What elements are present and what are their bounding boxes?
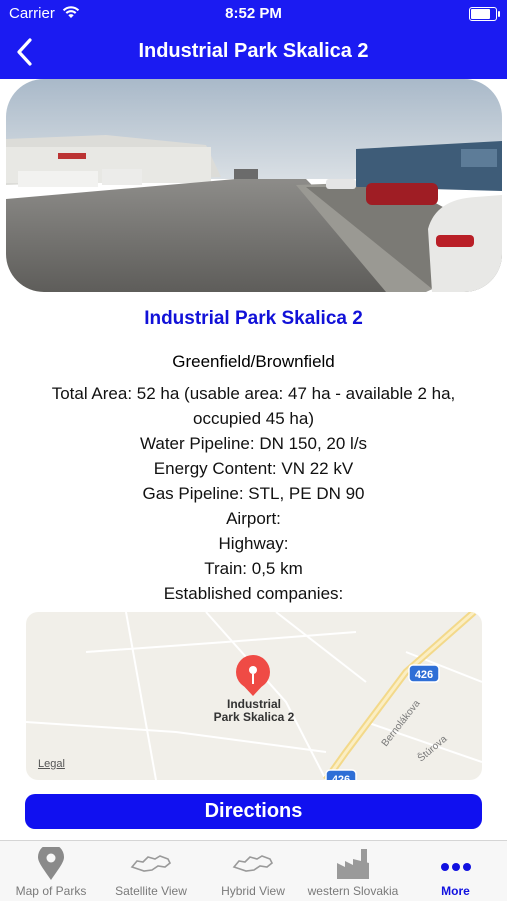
slovakia-outline-icon <box>232 853 274 880</box>
tab-label: western Slovakia <box>307 884 399 898</box>
map-pin-icon[interactable] <box>236 655 270 696</box>
map-pin-icon <box>36 844 66 886</box>
map-pin-label-line: Park Skalica 2 <box>213 710 295 724</box>
status-bar: Carrier 8:52 PM <box>0 0 507 28</box>
detail-line: Airport: <box>226 509 281 528</box>
park-name: Industrial Park Skalica 2 <box>144 308 363 329</box>
field-type: Greenfield/Brownfield <box>172 352 335 371</box>
detail-line: occupied 45 ha) <box>193 409 314 428</box>
tab-hybrid-view[interactable]: Hybrid View <box>202 841 304 901</box>
park-details: Total Area: 52 ha (usable area: 47 ha - … <box>0 378 507 604</box>
map-legal-link[interactable]: Legal <box>38 758 65 770</box>
detail-line: Gas Pipeline: STL, PE DN 90 <box>142 484 365 503</box>
tab-label: Hybrid View <box>221 884 285 898</box>
map-pin-label: Industrial Park Skalica 2 <box>204 698 304 724</box>
street-label: Bernolákova <box>380 698 423 749</box>
park-photo <box>6 79 502 292</box>
location-map[interactable]: 426 426 Bernolákova Štúrova Industrial P… <box>26 612 482 780</box>
more-dots-icon <box>440 859 472 877</box>
tab-satellite-view[interactable]: Satellite View <box>100 841 202 901</box>
tab-map-of-parks[interactable]: Map of Parks <box>0 841 102 901</box>
tab-western-slovakia[interactable]: western Slovakia <box>302 841 404 901</box>
detail-line: Energy Content: VN 22 kV <box>153 459 354 478</box>
detail-line: Train: 0,5 km <box>204 559 303 578</box>
tab-label: More <box>441 884 470 898</box>
tab-bar: Map of Parks Satellite View Hybrid View … <box>0 840 507 901</box>
navigation-bar: Carrier 8:52 PM Industrial Park Skalica … <box>0 0 507 79</box>
detail-line: Total Area: 52 ha (usable area: 47 ha - … <box>51 384 456 403</box>
tab-label: Map of Parks <box>15 884 87 898</box>
slovakia-outline-icon <box>130 853 172 880</box>
clock: 8:52 PM <box>225 5 282 22</box>
page-title: Industrial Park Skalica 2 <box>138 40 369 62</box>
tab-label: Satellite View <box>115 884 187 898</box>
factory-icon <box>333 847 373 886</box>
road-badge-label: 426 <box>332 774 350 780</box>
tab-more[interactable]: More <box>404 841 507 901</box>
detail-line: Established companies: <box>163 584 344 603</box>
battery-icon <box>469 7 500 21</box>
detail-line: Highway: <box>218 534 289 553</box>
directions-button[interactable]: Directions <box>25 794 482 829</box>
detail-line: Water Pipeline: DN 150, 20 l/s <box>139 434 368 453</box>
road-badge-label: 426 <box>415 669 433 681</box>
